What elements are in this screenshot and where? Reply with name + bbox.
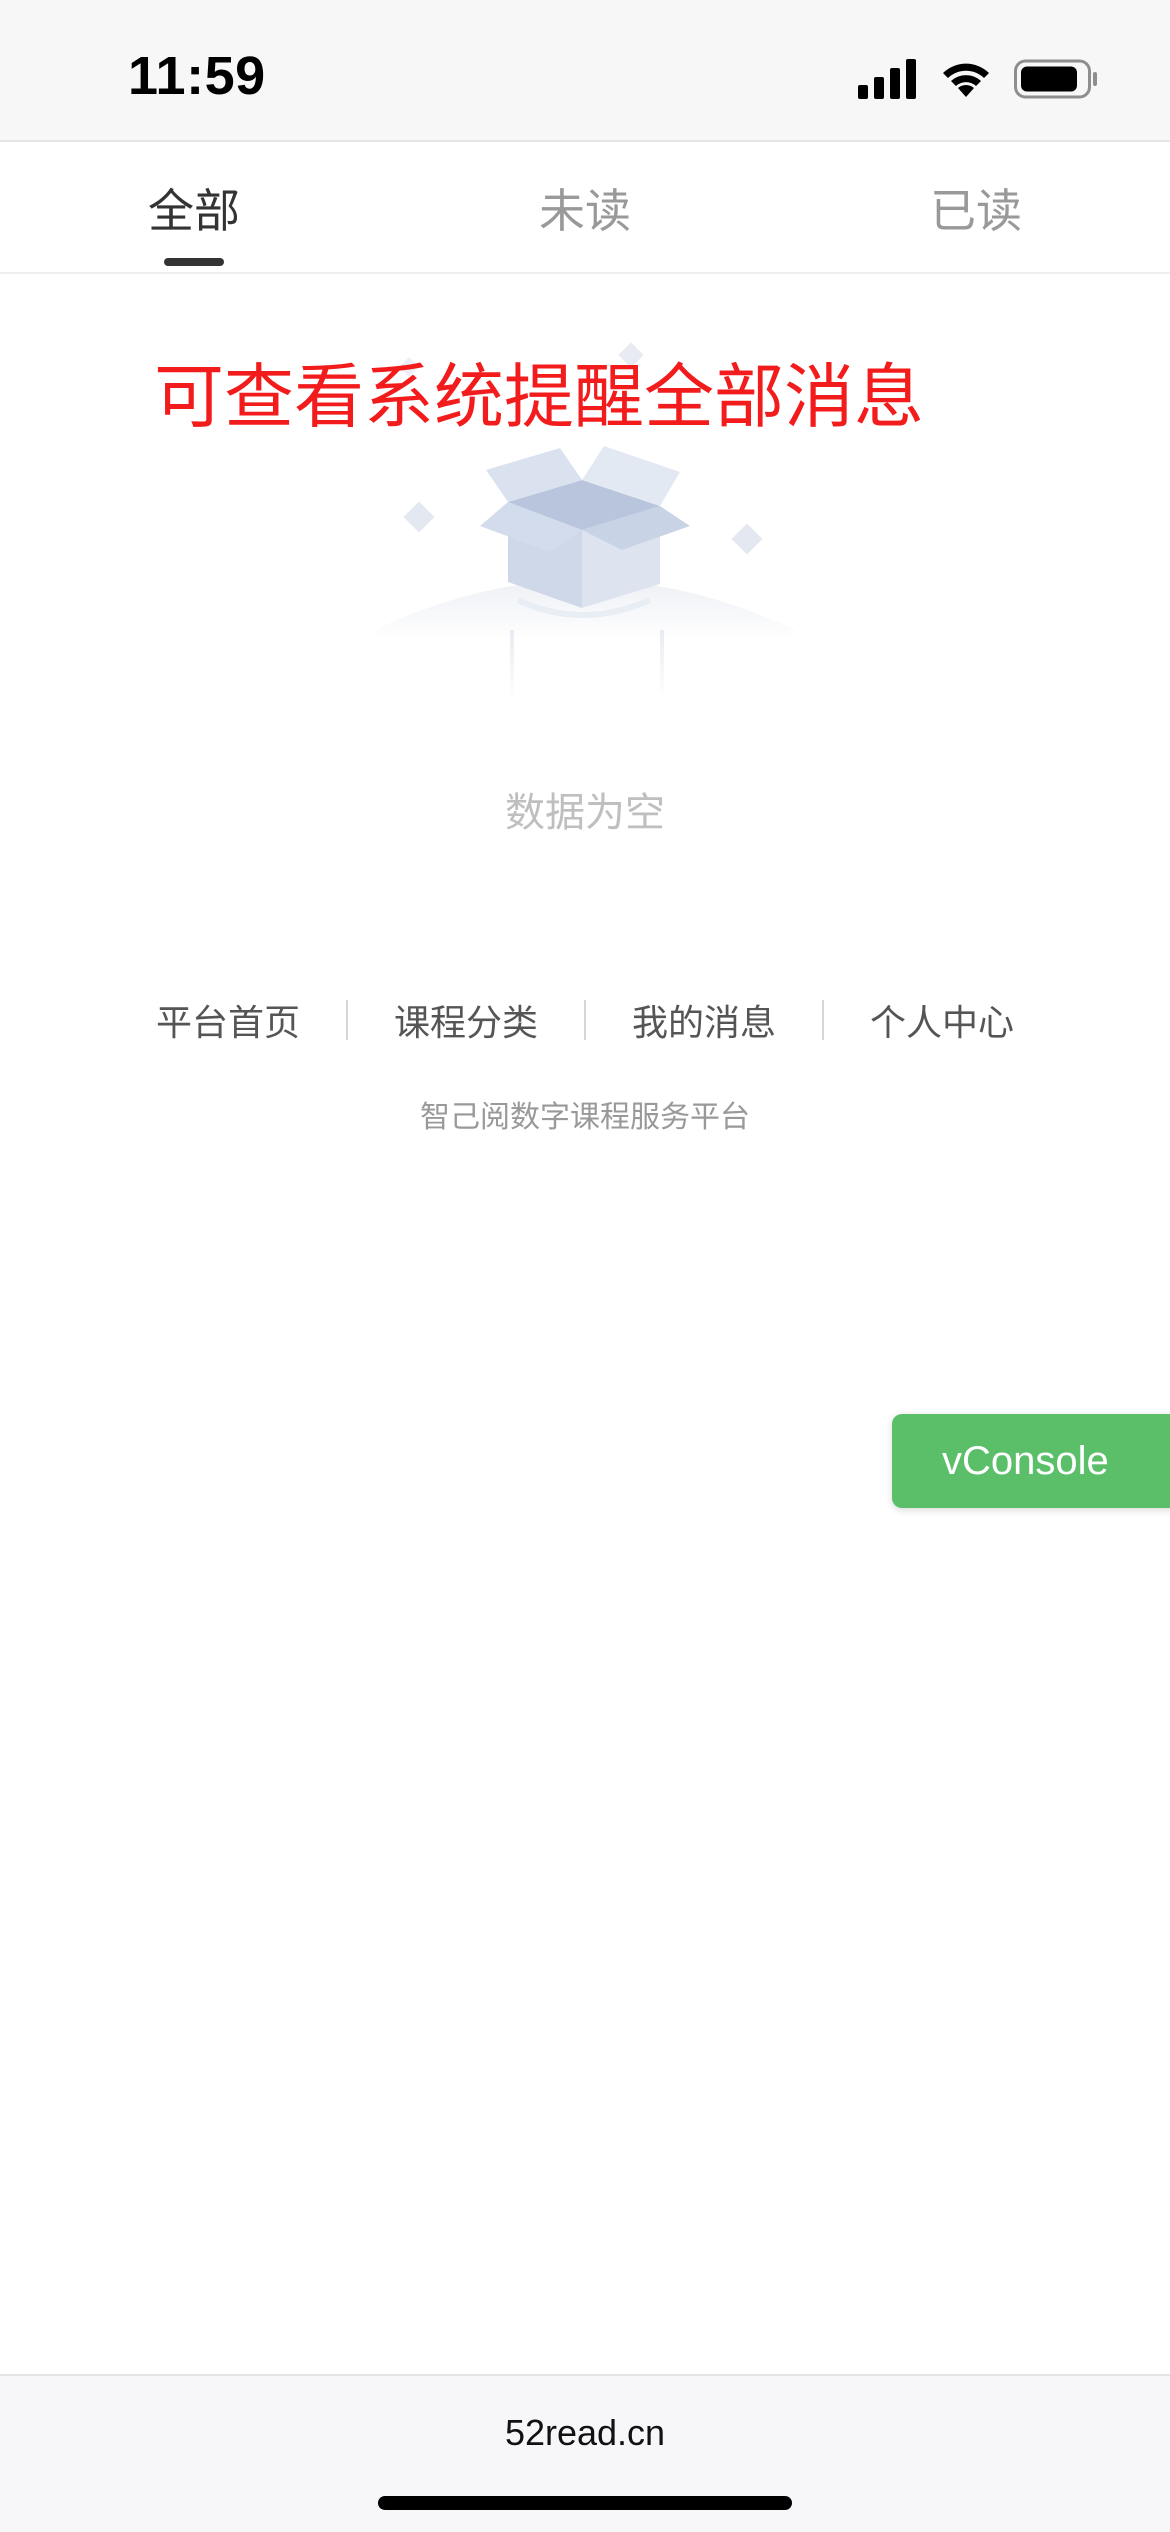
status-time: 11:59 — [128, 46, 266, 106]
tab-all[interactable]: 全部 — [94, 142, 294, 274]
browser-address-bar: 52read.cn — [0, 2374, 1170, 2532]
tab-unread[interactable]: 未读 — [485, 142, 685, 274]
footer-nav: 平台首页 课程分类 我的消息 个人中心 — [0, 994, 1170, 1046]
tab-read[interactable]: 已读 — [876, 142, 1076, 274]
signal-icon — [858, 59, 916, 99]
vconsole-button[interactable]: vConsole — [892, 1414, 1170, 1508]
battery-icon — [1014, 59, 1097, 99]
domain-label[interactable]: 52read.cn — [0, 2412, 1170, 2454]
annotation-text: 可查看系统提醒全部消息 — [154, 356, 924, 438]
home-indicator[interactable] — [378, 2496, 792, 2510]
footer-link-messages[interactable]: 我的消息 — [586, 994, 822, 1046]
footer-link-categories[interactable]: 课程分类 — [348, 994, 584, 1046]
active-tab-indicator — [164, 258, 224, 266]
empty-state-text: 数据为空 — [505, 790, 665, 836]
message-tabs: 全部 未读 已读 — [0, 140, 1170, 274]
footer-link-home[interactable]: 平台首页 — [110, 994, 346, 1046]
platform-name: 智己阅数字课程服务平台 — [420, 1100, 750, 1135]
footer-link-profile[interactable]: 个人中心 — [824, 994, 1060, 1046]
status-bar: 11:59 — [0, 0, 1170, 140]
status-icons — [858, 54, 1098, 104]
wifi-icon — [943, 63, 989, 97]
